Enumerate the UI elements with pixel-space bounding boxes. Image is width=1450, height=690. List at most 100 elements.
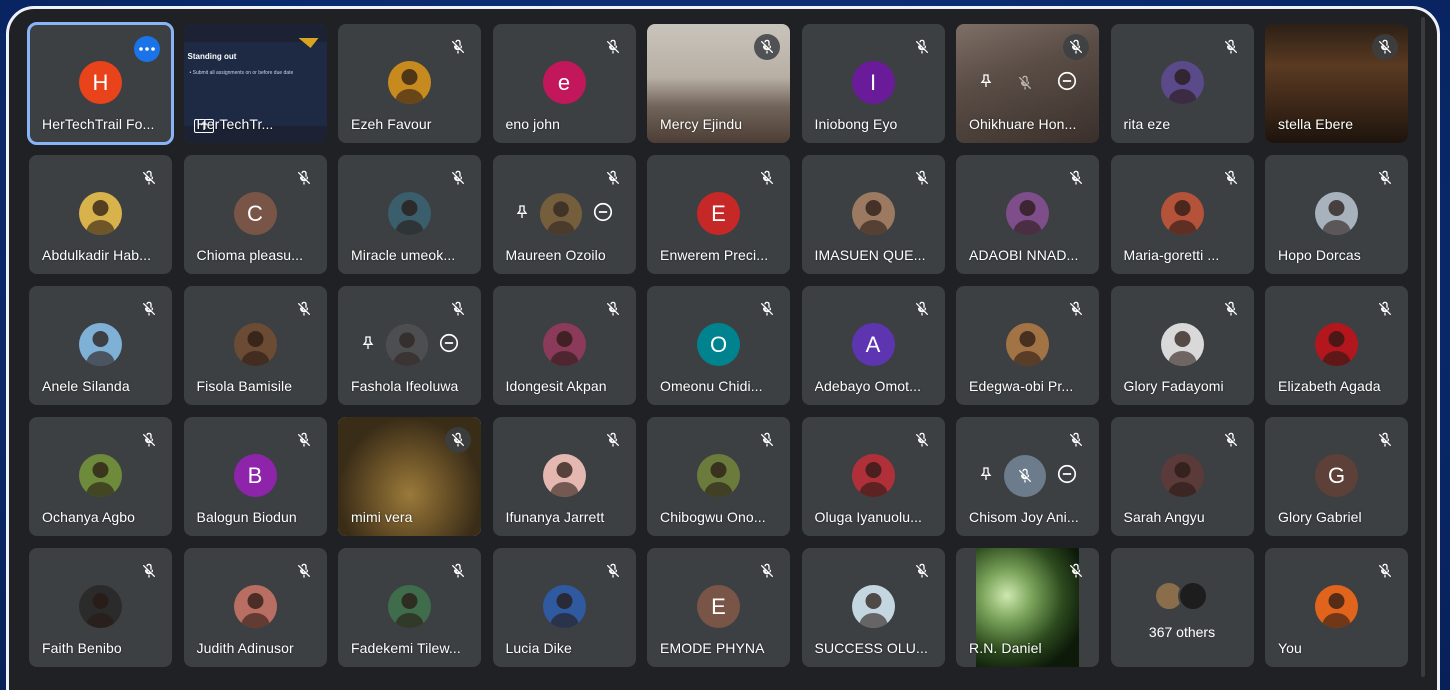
participant-name: Fadekemi Tilew... [351,640,461,656]
participant-tile[interactable]: Maria-goretti ... [1110,155,1254,274]
participant-tile[interactable]: Hopo Dorcas [1265,155,1408,274]
participant-tile[interactable]: Chibogwu Ono... [647,417,790,536]
participant-tile[interactable]: rita eze [1110,24,1254,143]
participant-tile[interactable]: Abdulkadir Hab... [29,155,172,274]
mic-off-icon [600,165,626,191]
avatar [1006,192,1049,235]
slide-bullet: • Submit all assignments on or before du… [189,70,294,76]
mic-off-icon [1063,296,1089,322]
scrollbar[interactable] [1421,17,1425,677]
mic-off-icon [754,296,780,322]
others-avatars [1154,581,1210,613]
participant-name: Enwerem Preci... [660,247,769,263]
pin-icon[interactable] [360,335,376,356]
avatar: I [851,61,895,104]
avatar [1315,585,1358,628]
participant-tile[interactable]: Ochanya Agbo [29,417,172,536]
mic-off-icon [909,165,935,191]
avatar [1160,454,1204,497]
participant-name: Fisola Bamisile [196,378,293,394]
participant-tile[interactable]: Ohikhuare Hon... [956,24,1099,143]
remove-icon[interactable] [592,201,614,228]
participant-tile[interactable]: Ifunanya Jarrett [492,417,636,536]
avatar [1315,192,1358,235]
avatar [233,585,277,628]
remove-icon[interactable] [438,332,460,359]
participant-tile[interactable]: Maureen Ozoilo [492,155,636,274]
mic-off-icon [1372,165,1398,191]
avatar [388,61,431,104]
participant-tile[interactable]: Fadekemi Tilew... [338,548,481,667]
avatar: E [697,192,740,235]
participant-tile[interactable]: E Enwerem Preci... [647,155,790,274]
avatar: C [233,192,277,235]
avatar [1160,192,1204,235]
remove-icon[interactable] [1056,70,1078,97]
participant-tile[interactable]: H HerTechTrail Fo... [27,22,174,145]
avatar [697,454,740,497]
participant-tile[interactable]: Chisom Joy Ani... [956,417,1099,536]
hover-controls [504,193,624,235]
participant-tile[interactable]: G Glory Gabriel [1265,417,1408,536]
participant-tile[interactable]: IMASUEN QUE... [801,155,945,274]
participant-name: Glory Fadayomi [1123,378,1224,394]
mic-off-icon [1372,558,1398,584]
participant-name: HerTechTr... [196,116,274,132]
avatar [388,192,431,235]
participant-tile[interactable]: Oluga Iyanuolu... [801,417,945,536]
pin-icon[interactable] [514,204,530,225]
participant-tile[interactable]: Elizabeth Agada [1265,286,1408,405]
avatar [1160,61,1204,104]
participant-tile[interactable]: E EMODE PHYNA [647,548,790,667]
participant-tile[interactable]: Idongesit Akpan [492,286,636,405]
participant-tile[interactable]: SUCCESS OLU... [801,548,945,667]
participant-tile[interactable]: Faith Benibo [29,548,172,667]
participant-tile[interactable]: Judith Adinusor [183,548,327,667]
participant-tile[interactable]: Standing out • Submit all assignments on … [183,24,327,143]
participant-name: R.N. Daniel [969,640,1042,656]
participant-tile[interactable]: Glory Fadayomi [1110,286,1254,405]
participant-tile[interactable]: C Chioma pleasu... [183,155,327,274]
participant-tile[interactable]: Ezeh Favour [338,24,481,143]
participant-tile[interactable]: Fashola Ifeoluwa [338,286,481,405]
participant-tile[interactable]: Mercy Ejindu [647,24,790,143]
participant-tile[interactable]: Edegwa-obi Pr... [956,286,1099,405]
participant-tile[interactable]: 367 others [1110,548,1254,667]
mic-off-icon [909,34,935,60]
participant-tile[interactable]: Fisola Bamisile [183,286,327,405]
participant-tile[interactable]: stella Ebere [1265,24,1408,143]
mic-off-icon [1063,558,1089,584]
participant-name: Sarah Angyu [1123,509,1205,525]
mic-off-icon [291,427,317,453]
mic-off-icon [1372,427,1398,453]
remove-icon[interactable] [1056,463,1078,490]
mic-off-icon [600,427,626,453]
avatar [233,323,277,366]
avatar [79,454,122,497]
participant-tile[interactable]: A Adebayo Omot... [801,286,945,405]
participant-tile[interactable]: e eno john [492,24,636,143]
participant-tile[interactable]: B Balogun Biodun [183,417,327,536]
participant-tile[interactable]: Miracle umeok... [338,155,481,274]
mic-off-icon [445,165,471,191]
slide-title: Standing out [187,52,237,61]
participant-name: You [1278,640,1302,656]
participant-tile[interactable]: mimi vera [338,417,481,536]
participant-tile[interactable]: R.N. Daniel [956,548,1099,667]
participant-tile[interactable]: ADAOBI NNAD... [956,155,1099,274]
pin-icon[interactable] [978,466,994,487]
others-count[interactable]: 367 others [1111,624,1254,640]
pin-icon[interactable] [978,73,994,94]
mic-off-icon [1372,296,1398,322]
participant-tile[interactable]: Lucia Dike [492,548,636,667]
participant-tile[interactable]: O Omeonu Chidi... [647,286,790,405]
mute-icon[interactable] [1004,62,1046,104]
mic-off-icon [1218,165,1244,191]
participant-tile[interactable]: Anele Silanda [29,286,172,405]
participant-tile[interactable]: Sarah Angyu [1110,417,1254,536]
mic-off-icon [1218,34,1244,60]
participant-tile[interactable]: I Iniobong Eyo [801,24,945,143]
more-options-icon[interactable] [134,36,160,62]
participant-tile[interactable]: You [1265,548,1408,667]
participant-name: Miracle umeok... [351,247,456,263]
